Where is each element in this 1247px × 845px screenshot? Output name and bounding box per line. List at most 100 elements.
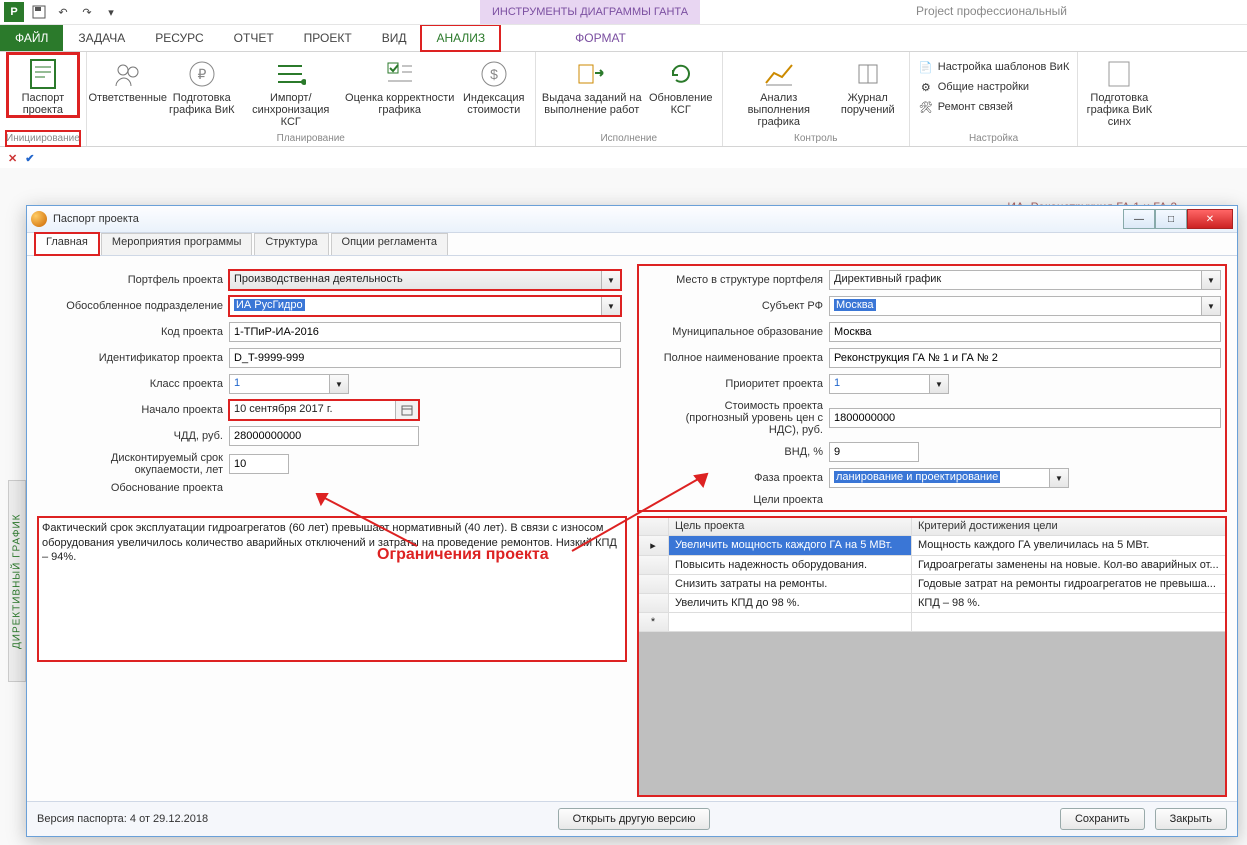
chevron-down-icon[interactable]: ▼ [929, 374, 949, 394]
field-municip[interactable] [829, 322, 1221, 342]
qat-undo-icon[interactable]: ↶ [54, 3, 72, 21]
ribbon-group-setup: 📄Настройка шаблонов ВиК ⚙Общие настройки… [910, 52, 1079, 146]
field-irr[interactable] [829, 442, 919, 462]
btn-open-other-version[interactable]: Открыть другую версию [558, 808, 711, 830]
wrench-icon: 🛠 [918, 99, 934, 115]
window-close-button[interactable]: ✕ [1187, 209, 1233, 229]
field-place[interactable]: Директивный график▼ [829, 270, 1221, 290]
list-icon [275, 58, 307, 90]
field-region-value: Москва [834, 299, 876, 311]
entry-accept-icon[interactable]: ✔ [25, 152, 34, 165]
view-strip[interactable]: ДИРЕКТИВНЫЙ ГРАФИК [8, 480, 26, 682]
btn-quality-label: Оценка корректности графика [345, 92, 454, 116]
window-minimize-button[interactable]: — [1123, 209, 1155, 229]
book-icon [852, 58, 884, 90]
field-branch-value: ИА РусГидро [234, 299, 305, 311]
btn-tasks-out[interactable]: Выдача заданий на выполнение работ [542, 54, 642, 116]
btn-update-ksg-label: Обновление КСГ [649, 92, 713, 116]
tab-view[interactable]: ВИД [367, 25, 422, 51]
chevron-down-icon[interactable]: ▼ [329, 374, 349, 394]
group-plan-label: Планирование [277, 131, 345, 146]
entry-cancel-icon[interactable]: ✕ [8, 152, 17, 165]
btn-quality[interactable]: Оценка корректности графика [345, 54, 455, 116]
lab-code: Код проекта [43, 326, 223, 338]
btn-setup-templates[interactable]: 📄Настройка шаблонов ВиК [916, 58, 1072, 76]
btn-prep-vik[interactable]: ₽ Подготовка графика ВиК [167, 54, 237, 116]
field-phase[interactable]: ланирование и проектирование▼ [829, 468, 1069, 488]
table-row[interactable]: ▸ Увеличить мощность каждого ГА на 5 МВт… [638, 536, 1226, 556]
tab-task[interactable]: ЗАДАЧА [63, 25, 140, 51]
app-title: Project профессиональный [916, 4, 1067, 18]
ribbon-group-ctrl: Анализ выполнения графика Журнал поручен… [723, 52, 910, 146]
field-branch[interactable]: ИА РусГидро ▼ [229, 296, 621, 316]
form-right-column: Место в структуре портфеля Директивный г… [637, 264, 1227, 512]
checklist-icon [384, 58, 416, 90]
field-payback[interactable] [229, 454, 289, 474]
tab-project[interactable]: ПРОЕКТ [289, 25, 367, 51]
lab-place: Место в структуре портфеля [643, 274, 823, 286]
field-start[interactable]: 10 сентября 2017 г. [229, 400, 419, 420]
btn-prep-vik-2-label: Подготовка графика ВиК синх [1084, 92, 1154, 128]
chevron-down-icon[interactable]: ▼ [601, 296, 621, 316]
chevron-down-icon[interactable]: ▼ [1201, 296, 1221, 316]
chevron-down-icon[interactable]: ▼ [601, 270, 621, 290]
btn-save[interactable]: Сохранить [1060, 808, 1145, 830]
btn-index-cost[interactable]: $ Индексация стоимости [459, 54, 529, 116]
btn-update-ksg[interactable]: Обновление КСГ [646, 54, 716, 116]
btn-passport[interactable]: Паспорт проекта [8, 54, 78, 116]
field-priority[interactable]: 1▼ [829, 374, 949, 394]
field-region[interactable]: Москва ▼ [829, 296, 1221, 316]
goals-grid[interactable]: Цель проекта Критерий достижения цели ▸ … [637, 516, 1227, 797]
btn-journal[interactable]: Журнал поручений [833, 54, 903, 116]
tab-analysis[interactable]: АНАЛИЗ [421, 25, 500, 51]
lab-fullname: Полное наименование проекта [643, 352, 823, 364]
svg-text:₽: ₽ [197, 66, 206, 82]
lab-justif: Обоснование проекта [43, 482, 223, 494]
btn-responsible[interactable]: Ответственные [93, 54, 163, 104]
qat-more-icon[interactable]: ▾ [102, 3, 120, 21]
table-row-new[interactable]: * [638, 613, 1226, 632]
dtab-opts[interactable]: Опции регламента [331, 233, 449, 255]
ribbon: Паспорт проекта Инициирование Ответствен… [0, 52, 1247, 147]
field-npv[interactable] [229, 426, 419, 446]
tab-format[interactable]: ФОРМАТ [560, 25, 641, 51]
chevron-down-icon[interactable]: ▼ [1049, 468, 1069, 488]
dialog-titlebar[interactable]: Паспорт проекта — □ ✕ [27, 206, 1237, 233]
qat-redo-icon[interactable]: ↷ [78, 3, 96, 21]
goal-cell: Увеличить мощность каждого ГА на 5 МВт. [669, 536, 912, 555]
btn-analyze-exec[interactable]: Анализ выполнения графика [729, 54, 829, 128]
field-ident[interactable] [229, 348, 621, 368]
gear-icon: ⚙ [918, 79, 934, 95]
crit-cell: Гидроагрегаты заменены на новые. Кол-во … [912, 556, 1226, 574]
lab-npv: ЧДД, руб. [43, 430, 223, 442]
btn-import-ksg[interactable]: Импорт/ синхронизация КСГ [241, 54, 341, 128]
tab-report[interactable]: ОТЧЕТ [219, 25, 289, 51]
entry-input[interactable] [42, 149, 1247, 167]
field-class[interactable]: 1▼ [229, 374, 349, 394]
table-row[interactable]: Повысить надежность оборудования. Гидроа… [638, 556, 1226, 575]
table-row[interactable]: Увеличить КПД до 98 %. КПД – 98 %. [638, 594, 1226, 613]
btn-setup-links[interactable]: 🛠Ремонт связей [916, 98, 1072, 116]
dtab-main[interactable]: Главная [35, 233, 99, 255]
justification-text[interactable]: Фактический срок эксплуатации гидроагрег… [37, 516, 627, 661]
dtab-program[interactable]: Мероприятия программы [101, 233, 252, 255]
field-code[interactable] [229, 322, 621, 342]
lab-branch: Обособленное подразделение [43, 300, 223, 312]
field-cost[interactable] [829, 408, 1221, 428]
chevron-down-icon[interactable]: ▼ [1201, 270, 1221, 290]
field-fullname[interactable] [829, 348, 1221, 368]
btn-prep-vik-2[interactable]: Подготовка графика ВиК синх [1084, 54, 1154, 128]
svg-text:$: $ [490, 66, 498, 82]
qat-save-icon[interactable] [30, 3, 48, 21]
dtab-struct[interactable]: Структура [254, 233, 328, 255]
dialog-footer: Версия паспорта: 4 от 29.12.2018 Открыть… [27, 801, 1237, 836]
window-maximize-button[interactable]: □ [1155, 209, 1187, 229]
table-row[interactable]: Снизить затраты на ремонты. Годовые затр… [638, 575, 1226, 594]
btn-setup-common[interactable]: ⚙Общие настройки [916, 78, 1072, 96]
btn-close[interactable]: Закрыть [1155, 808, 1227, 830]
assign-icon [576, 58, 608, 90]
calendar-icon[interactable] [395, 400, 419, 420]
field-portfolio[interactable]: Производственная деятельность▼ [229, 270, 621, 290]
tab-resource[interactable]: РЕСУРС [140, 25, 218, 51]
tab-file[interactable]: ФАЙЛ [0, 25, 63, 51]
